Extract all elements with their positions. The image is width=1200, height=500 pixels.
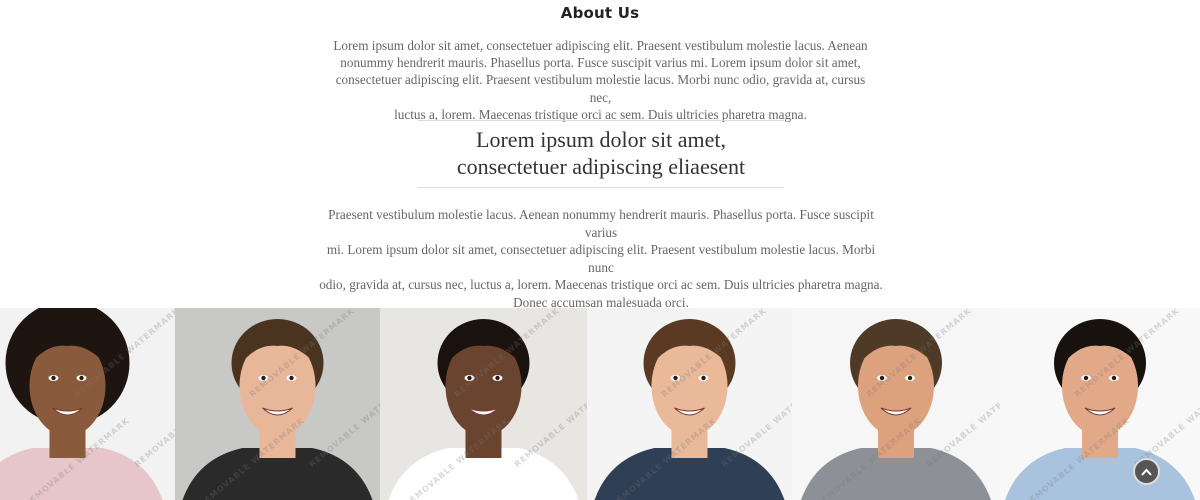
body-paragraph: Praesent vestibulum molestie lacus. Aene… <box>318 206 884 312</box>
team-photo-1: REMOVABLE WATERMARKREMOVABLE WATERMARKRE… <box>0 308 175 500</box>
quote-line: Lorem ipsum dolor sit amet, <box>476 127 726 152</box>
quote-divider-bottom <box>418 187 784 188</box>
team-photo-strip: REMOVABLE WATERMARK REMOVABLE WATERMARK RE… <box>0 308 1200 500</box>
page-title: About Us <box>560 4 640 22</box>
body-line: Praesent vestibulum molestie lacus. Aene… <box>328 207 874 240</box>
quote-line: consectetuer adipiscing eliaesent <box>456 154 746 179</box>
team-photo-5: REMOVABLE WATERMARKREMOVABLE WATERMARKRE… <box>792 308 1000 500</box>
portrait-image <box>587 308 792 500</box>
quote: Lorem ipsum dolor sit amet, consectetuer… <box>380 126 822 180</box>
intro-paragraph: Lorem ipsum dolor sit amet, consectetuer… <box>330 37 871 123</box>
team-photo-4: REMOVABLE WATERMARKREMOVABLE WATERMARKRE… <box>587 308 792 500</box>
portrait-image <box>1000 308 1200 500</box>
intro-line: nonummy hendrerit mauris. Phasellus port… <box>340 55 861 71</box>
team-photo-6: REMOVABLE WATERMARKREMOVABLE WATERMARKRE… <box>1000 308 1200 500</box>
portrait-image <box>792 308 1000 500</box>
team-photo-2: REMOVABLE WATERMARKREMOVABLE WATERMARKRE… <box>175 308 380 500</box>
scroll-to-top-button[interactable] <box>1133 458 1160 485</box>
intro-line: Lorem ipsum dolor sit amet, consectetuer… <box>333 38 868 53</box>
portrait-image <box>175 308 380 500</box>
team-photo-3: REMOVABLE WATERMARKREMOVABLE WATERMARKRE… <box>380 308 587 500</box>
about-section: About Us Lorem ipsum dolor sit amet, con… <box>0 0 1200 310</box>
portrait-image <box>380 308 587 500</box>
quote-divider-top <box>418 120 784 121</box>
body-line: odio, gravida at, cursus nec, luctus a, … <box>319 277 883 293</box>
intro-line: consectetuer adipiscing elit. Praesent v… <box>335 72 866 105</box>
body-line: mi. Lorem ipsum dolor sit amet, consecte… <box>326 242 876 275</box>
chevron-up-icon <box>1141 468 1152 476</box>
